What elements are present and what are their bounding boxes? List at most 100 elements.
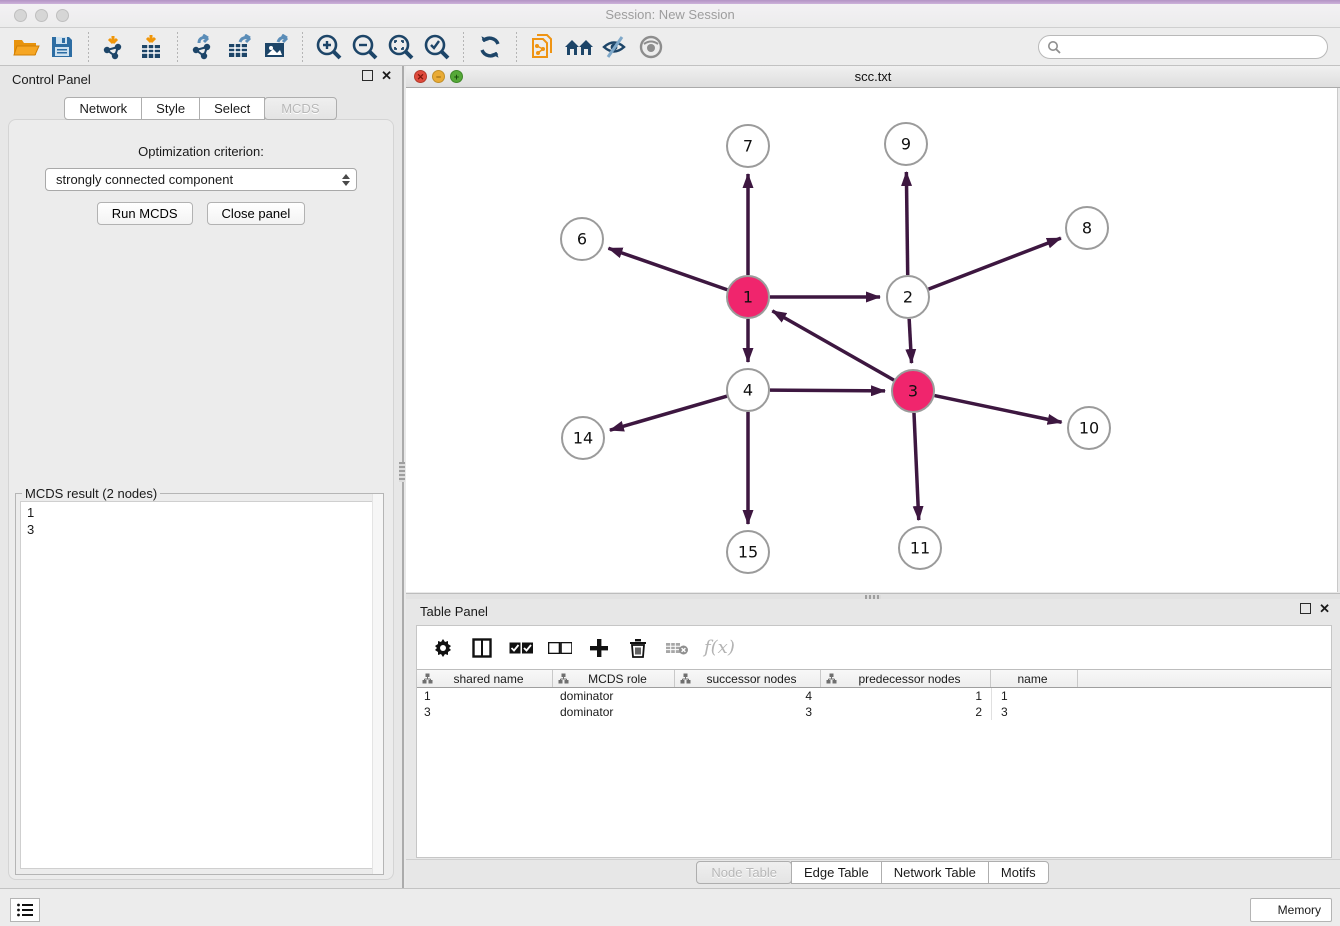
network-graph[interactable]: 1234678910111415 [406,88,1338,592]
table-panel-header: Table Panel ✕ [406,599,1340,623]
add-row-button[interactable] [587,635,611,661]
show-columns-button[interactable] [470,635,494,661]
edge-2-3[interactable] [909,319,911,363]
show-graphics-details-button[interactable] [633,31,669,63]
close-panel-button[interactable]: Close panel [207,202,306,225]
zoom-fit-button[interactable] [383,31,419,63]
criterion-dropdown[interactable]: strongly connected component [45,168,357,191]
tab-edge-table[interactable]: Edge Table [791,861,882,884]
mcds-result-text[interactable]: 1 3 [20,501,379,869]
zoom-selected-button[interactable] [419,31,455,63]
tab-node-table[interactable]: Node Table [696,861,792,884]
table-options-button[interactable] [431,635,455,661]
node-label-10: 10 [1079,419,1099,438]
column-header-successor-nodes[interactable]: successor nodes [675,670,821,687]
home-button[interactable] [561,31,597,63]
search-icon [1047,40,1061,54]
toolbar-separator [88,32,89,62]
network-window: ✕ − + scc.txt 1234678910111415 [406,66,1340,593]
unchecked-boxes-icon [548,642,572,654]
edge-3-10[interactable] [935,396,1062,423]
eye-slash-icon [601,35,629,59]
float-table-panel-icon[interactable] [1300,603,1311,614]
tab-network-table[interactable]: Network Table [881,861,989,884]
edge-3-11[interactable] [914,413,919,520]
cell-mcds-role: dominator [553,689,675,703]
open-session-button[interactable] [8,31,44,63]
delete-row-button[interactable] [626,635,650,661]
hierarchy-icon [558,673,569,684]
table-tabs: Node Table Edge Table Network Table Moti… [406,859,1340,885]
tab-motifs[interactable]: Motifs [988,861,1049,884]
network-canvas[interactable]: 1234678910111415 [406,88,1338,592]
export-network-button[interactable] [186,31,222,63]
home-icon [563,35,595,59]
list-icon [16,902,34,918]
zoom-out-button[interactable] [347,31,383,63]
mcds-result-group: MCDS result (2 nodes) 1 3 [15,493,384,875]
hierarchy-icon [422,673,433,684]
close-table-panel-icon[interactable]: ✕ [1319,603,1330,614]
tab-style[interactable]: Style [141,97,200,120]
node-label-4: 4 [743,381,753,400]
panel-splitter-handle[interactable] [399,462,405,482]
network-window-titlebar[interactable]: ✕ − + scc.txt [406,66,1340,88]
tab-mcds[interactable]: MCDS [264,97,336,120]
run-mcds-button[interactable]: Run MCDS [97,202,193,225]
hierarchy-icon [680,673,691,684]
toolbar-search [1038,35,1328,59]
import-network-icon [102,34,128,60]
memory-button[interactable]: Memory [1250,898,1332,922]
tab-network[interactable]: Network [64,97,142,120]
export-image-button[interactable] [258,31,294,63]
result-scrollbar[interactable] [372,494,383,874]
edge-4-14[interactable] [610,396,727,430]
trash-icon [629,638,647,658]
export-table-button[interactable] [222,31,258,63]
export-network-icon [191,34,217,60]
cell-name: 3 [991,704,1078,720]
edge-1-6[interactable] [608,248,727,290]
zoom-fit-icon [387,33,415,61]
table-row[interactable]: 1 dominator 4 1 1 [417,688,1331,704]
zoom-out-icon [351,33,379,61]
column-header-name[interactable]: name [991,670,1078,687]
table-row[interactable]: 3 dominator 3 2 3 [417,704,1331,720]
select-all-button[interactable] [509,635,533,661]
mcds-panel: Optimization criterion: strongly connect… [8,119,394,880]
network-close-button[interactable]: ✕ [414,70,427,83]
checked-boxes-icon [509,642,533,654]
column-header-mcds-role[interactable]: MCDS role [553,670,675,687]
import-table-button[interactable] [133,31,169,63]
task-history-button[interactable] [10,898,40,922]
close-panel-icon[interactable]: ✕ [381,70,392,81]
hide-graphics-details-button[interactable] [597,31,633,63]
node-label-14: 14 [573,429,593,448]
network-minimize-button[interactable]: − [432,70,445,83]
zoom-in-button[interactable] [311,31,347,63]
edge-3-1[interactable] [772,311,894,380]
import-network-button[interactable] [97,31,133,63]
float-panel-icon[interactable] [362,70,373,81]
deselect-all-button[interactable] [548,635,572,661]
save-session-button[interactable] [44,31,80,63]
search-input[interactable] [1061,40,1327,54]
search-field[interactable] [1038,35,1328,59]
node-label-8: 8 [1082,219,1092,238]
node-label-7: 7 [743,137,753,156]
function-builder-button[interactable]: f(x) [704,635,735,661]
network-maximize-button[interactable]: + [450,70,463,83]
tab-select[interactable]: Select [199,97,265,120]
memory-status-icon [1261,905,1272,916]
column-header-shared-name[interactable]: shared name [417,670,553,687]
edge-4-3[interactable] [770,390,885,391]
edge-2-9[interactable] [906,172,907,275]
edge-2-8[interactable] [929,238,1061,289]
import-table-icon [138,34,164,60]
refresh-network-button[interactable] [472,31,508,63]
network-from-document-button[interactable] [525,31,561,63]
open-folder-icon [12,35,40,59]
delete-table-button[interactable] [665,635,689,661]
column-header-predecessor-nodes[interactable]: predecessor nodes [821,670,991,687]
network-document-icon [530,33,556,61]
